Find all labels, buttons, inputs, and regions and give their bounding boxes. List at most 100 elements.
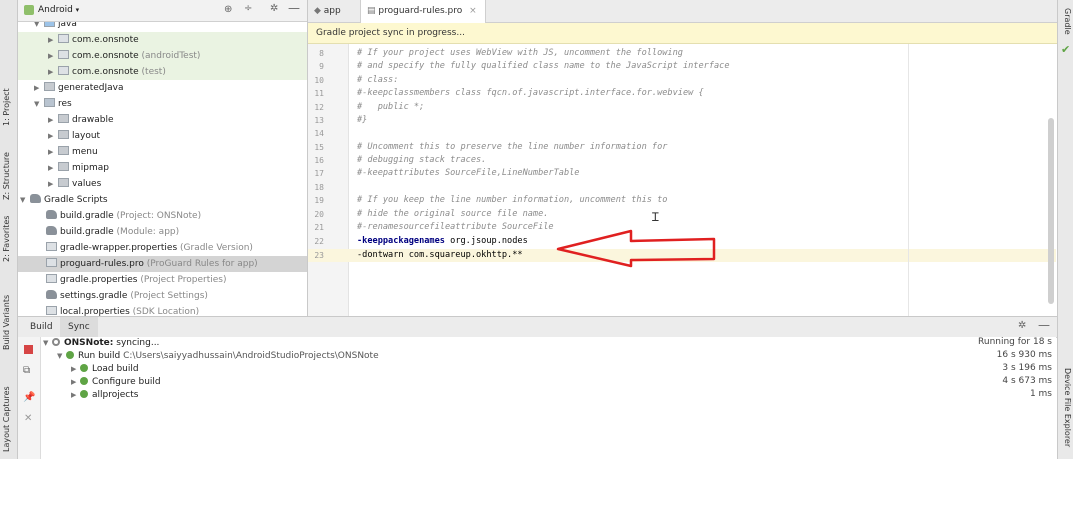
build-panel-header: Build Sync ✲ — [18,316,1057,338]
tree-item-java[interactable]: ▼ java [18,22,307,32]
tree-item-package-test[interactable]: ▶ com.e.onsnote (test) [18,64,307,80]
chevron-right-icon[interactable]: ▶ [34,80,44,96]
chevron-right-icon[interactable]: ▶ [48,32,58,48]
tree-item-build-gradle-module[interactable]: build.gradle (Module: app) [18,224,179,240]
tree-item-gradle-scripts[interactable]: ▼ Gradle Scripts [18,192,108,208]
android-icon [24,5,34,15]
gradle-icon [46,210,57,219]
line-number: 11 [314,89,324,99]
chevron-right-icon[interactable]: ▶ [48,128,58,144]
stop-icon[interactable] [24,345,33,354]
code-line: -dontwarn com.squareup.okhttp.** [357,250,523,260]
line-number: 20 [314,209,324,219]
chevron-right-icon[interactable]: ▶ [48,144,58,160]
tree-label: mipmap [72,163,109,173]
line-number: 16 [314,156,324,166]
code-comment: # If your project uses WebView with JS, … [357,48,683,58]
tree-label: gradle.properties [60,275,138,285]
tree-item-gradle-properties[interactable]: gradle.properties (Project Properties) [18,272,227,288]
tree-item-layout[interactable]: ▶ layout [18,128,100,144]
build-row-root[interactable]: ▼ ONSNote: syncing... [43,337,159,350]
line-number-gutter [308,44,349,316]
tree-label: res [58,99,72,109]
tab-proguard-rules[interactable]: ▤ proguard-rules.pro × [360,0,486,23]
chevron-down-icon[interactable]: ▼ [34,96,44,112]
chevron-down-icon[interactable]: ▼ [20,192,30,208]
chevron-right-icon[interactable]: ▶ [48,48,58,64]
close-icon[interactable]: × [469,6,477,16]
code-text: org.jsoup.nodes [444,236,528,246]
tab-app[interactable]: ◆ app [308,0,349,22]
tab-label: app [323,6,341,16]
tab-sync[interactable]: Sync [60,317,98,337]
chevron-right-icon[interactable]: ▶ [48,176,58,192]
tree-item-gradle-wrapper-properties[interactable]: gradle-wrapper.properties (Gradle Versio… [18,240,253,256]
scroll-from-source-icon[interactable]: ⊕ [224,4,232,15]
tree-item-res[interactable]: ▼ res [18,96,72,112]
tree-item-mipmap[interactable]: ▶ mipmap [18,160,109,176]
toggle-view-icon[interactable]: ⧉ [23,365,30,376]
chevron-right-icon[interactable]: ▶ [48,64,58,80]
editor-tab-bar: ◆ app ▤ proguard-rules.pro × [308,0,1057,23]
project-view-selector[interactable]: Android ▾ [38,5,79,15]
tree-label: com.e.onsnote [72,51,139,61]
build-row-allprojects[interactable]: ▶ allprojects [71,389,138,402]
hide-panel-icon[interactable]: — [288,1,300,15]
build-row-load-build[interactable]: ▶ Load build [71,363,139,376]
tree-item-values[interactable]: ▶ values [18,176,101,192]
chevron-right-icon[interactable]: ▶ [48,112,58,128]
chevron-right-icon[interactable]: ▶ [71,389,80,402]
build-time: 1 ms [1029,389,1052,399]
success-icon [80,377,88,385]
sync-banner: Gradle project sync in progress... [308,23,1057,44]
project-tool-label: 1: Project [2,88,11,126]
tree-label: com.e.onsnote [72,67,139,77]
layout-captures-tool-label: Layout Captures [2,386,11,452]
build-row-configure-build[interactable]: ▶ Configure build [71,376,161,389]
line-number: 15 [314,142,324,152]
tree-item-menu[interactable]: ▶ menu [18,144,98,160]
tree-item-generatedjava[interactable]: ▶ generatedJava [18,80,124,96]
tree-item-local-properties[interactable]: local.properties (SDK Location) [18,304,199,316]
gradle-icon [46,290,57,299]
code-comment: # hide the original source file name. [357,208,549,219]
layout-captures-tool-tab[interactable]: Layout Captures [0,386,17,512]
success-icon [80,390,88,398]
chevron-down-icon[interactable]: ▼ [43,337,52,350]
chevron-down-icon: ▾ [75,6,80,14]
gradle-icon [30,194,41,203]
gradle-tool-tab[interactable]: Gradle [1063,8,1072,35]
hide-panel-icon[interactable]: — [1038,318,1050,332]
tree-item-package-androidtest[interactable]: ▶ com.e.onsnote (androidTest) [18,48,307,64]
tree-item-proguard-rules[interactable]: proguard-rules.pro (ProGuard Rules for a… [18,256,307,272]
tree-hint: (test) [141,67,166,77]
tree-label: generatedJava [58,83,124,93]
close-icon[interactable]: ✕ [24,413,32,424]
chevron-right-icon[interactable]: ▶ [71,376,80,389]
vertical-scrollbar[interactable] [1048,118,1054,304]
collapse-all-icon[interactable]: ÷ [244,3,252,14]
gear-icon[interactable]: ✲ [1018,320,1026,331]
tree-item-drawable[interactable]: ▶ drawable [18,112,114,128]
project-tool-tab[interactable]: 1: Project [0,66,17,126]
folder-icon [58,114,69,123]
tree-item-package[interactable]: ▶ com.e.onsnote [18,32,307,48]
tree-item-build-gradle-project[interactable]: build.gradle (Project: ONSNote) [18,208,201,224]
gear-icon[interactable]: ✲ [270,3,278,14]
chevron-down-icon[interactable]: ▼ [34,22,44,32]
chevron-right-icon[interactable]: ▶ [48,160,58,176]
package-icon [58,50,69,59]
build-time: 16 s 930 ms [996,350,1052,360]
folder-icon [58,162,69,171]
build-row-status: syncing... [113,338,160,348]
pin-icon[interactable]: 📌 [23,392,35,403]
device-file-explorer-tool-tab[interactable]: Device File Explorer [1063,368,1072,447]
build-row-run-build[interactable]: ▼ Run build C:\Users\saiyyadhussain\Andro… [57,350,379,363]
line-number: 21 [314,222,324,232]
chevron-right-icon[interactable]: ▶ [71,363,80,376]
tree-item-settings-gradle[interactable]: settings.gradle (Project Settings) [18,288,208,304]
line-number: 17 [314,169,324,179]
build-row-label: allprojects [92,390,139,400]
tab-build[interactable]: Build [22,317,61,337]
chevron-down-icon[interactable]: ▼ [57,350,66,363]
